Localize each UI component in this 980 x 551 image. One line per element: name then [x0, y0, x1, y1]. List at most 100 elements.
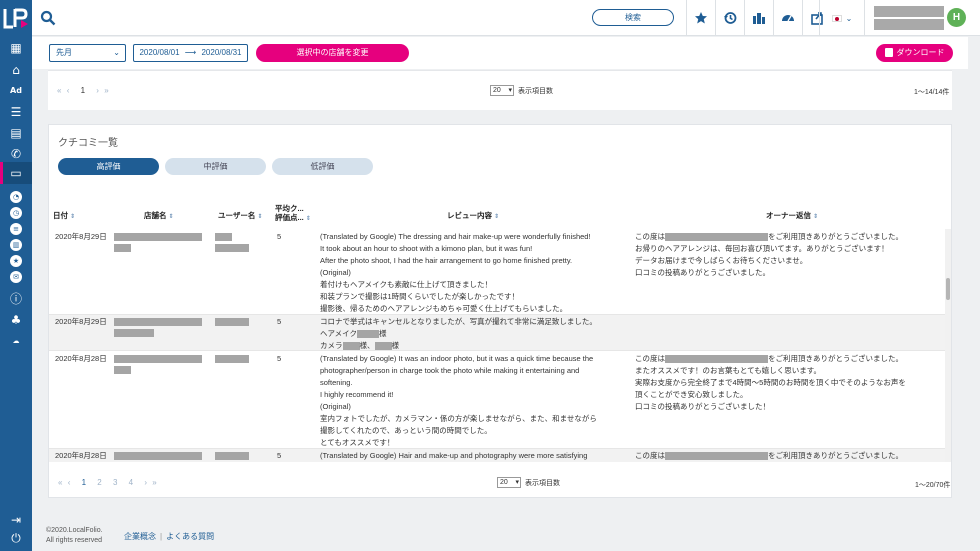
per-page-select[interactable]: 20 — [490, 85, 514, 96]
sub-chart-icon[interactable]: ◔ — [10, 191, 22, 203]
home-icon[interactable]: ⌂ — [7, 62, 25, 78]
link-separator: | — [160, 532, 163, 541]
per-page-select[interactable]: 20 — [497, 477, 521, 488]
prev-page-icon[interactable]: ‹ — [67, 86, 70, 95]
per-page-label: 表示項目数 — [525, 479, 560, 487]
company-link[interactable]: 企業概念 — [124, 532, 156, 541]
store-name-redacted — [665, 233, 768, 242]
sort-icon: ⇕ — [168, 214, 174, 220]
building-icon[interactable]: ▦ — [7, 40, 25, 56]
review-content: (Translated by Google) The dressing and … — [320, 232, 591, 313]
page-4[interactable]: 4 — [129, 478, 133, 487]
tab-high-rating[interactable]: 高評価 — [58, 158, 159, 175]
store-name-redacted — [114, 244, 131, 252]
sort-icon: ⇕ — [494, 214, 500, 220]
logout-icon[interactable]: ⇥ — [7, 512, 25, 528]
page-1[interactable]: 1 — [81, 86, 85, 95]
sub-dashboard-icon[interactable]: ◷ — [10, 207, 22, 219]
pdf-icon — [884, 48, 893, 58]
page-2[interactable]: 2 — [97, 478, 101, 487]
favorites-button[interactable] — [686, 0, 715, 36]
column-user[interactable]: ユーザー名 ⇕ — [218, 210, 262, 221]
sort-icon: ⇕ — [305, 216, 311, 222]
tab-mid-rating[interactable]: 中評価 — [165, 158, 266, 175]
faq-link[interactable]: よくある質問 — [166, 532, 214, 541]
user-info[interactable] — [874, 6, 946, 30]
period-select[interactable]: 先月 ⌄ — [49, 44, 126, 62]
search-icon[interactable] — [40, 10, 56, 26]
sort-icon: ⇕ — [813, 214, 819, 220]
copyright: ©2020.LocalFolio. All rights reserved — [46, 527, 103, 544]
users-icon[interactable]: ♣ — [7, 312, 25, 328]
table-row[interactable]: 2020年8月29日 5 (Translated by Google) The … — [49, 229, 945, 315]
buildings-button[interactable] — [744, 0, 773, 36]
review-rating: 5 — [277, 451, 282, 460]
last-page-icon[interactable]: » — [104, 86, 108, 95]
store-icon[interactable]: ▭ — [7, 165, 25, 181]
search-button[interactable]: 検索 — [592, 9, 674, 26]
per-page-label: 表示項目数 — [518, 87, 553, 95]
column-date[interactable]: 日付 ⇕ — [53, 210, 75, 221]
last-page-icon[interactable]: » — [152, 478, 156, 487]
history-button[interactable] — [715, 0, 744, 36]
review-date: 2020年8月28日 — [55, 451, 107, 460]
avatar[interactable]: H — [947, 8, 966, 27]
prev-page-icon[interactable]: ‹ — [68, 478, 71, 487]
sort-icon: ⇕ — [70, 214, 76, 220]
column-store[interactable]: 店舗名 ⇕ — [144, 210, 174, 221]
sub-star-icon[interactable]: ★ — [10, 255, 22, 267]
scrollbar-thumb[interactable] — [946, 278, 950, 300]
store-name-redacted — [114, 452, 202, 460]
list-icon[interactable]: ☰ — [7, 104, 25, 120]
column-rating[interactable]: 平均ク... 評価点... ⇕ — [275, 204, 311, 224]
buildings-icon — [753, 13, 765, 24]
language-select[interactable]: ⌄ — [819, 0, 865, 36]
store-name-redacted — [114, 366, 131, 374]
date-from: 2020/08/01 — [139, 48, 180, 57]
reviews-table-body[interactable]: 2020年8月29日 5 (Translated by Google) The … — [49, 229, 945, 462]
power-icon[interactable]: ⏻ — [7, 530, 25, 546]
reviews-card: クチコミ一覧 高評価 中評価 低評価 日付 ⇕ 店舗名 ⇕ ユーザー名 ⇕ 平均ク..… — [48, 124, 952, 498]
phone-icon[interactable]: ✆ — [7, 146, 25, 162]
localfolio-logo[interactable] — [2, 6, 30, 30]
sub-bar-icon[interactable]: ▥ — [10, 239, 22, 251]
ad-icon[interactable]: Ad — [7, 83, 25, 99]
gauge-icon — [782, 15, 794, 22]
period-select-value: 先月 — [56, 48, 72, 57]
user-name-redacted — [215, 355, 249, 363]
table-row[interactable]: 2020年8月28日 5 (Translated by Google) It w… — [49, 351, 945, 449]
user-name-redacted — [215, 233, 232, 241]
table-scrollbar[interactable] — [945, 229, 951, 462]
page-3[interactable]: 3 — [113, 478, 117, 487]
dashboard-button[interactable] — [773, 0, 802, 36]
owner-reply: この度は をご利用頂きありがとうございました。 お帰りのヘアアレンジは、毎回お喜び… — [635, 232, 903, 277]
next-page-icon[interactable]: › — [96, 86, 99, 95]
review-rating: 5 — [277, 354, 282, 363]
date-range-input[interactable]: 2020/08/01 ⟶ 2020/08/31 — [133, 44, 248, 62]
salesforce-icon[interactable]: ☁ — [7, 333, 25, 349]
history-icon — [724, 12, 737, 24]
first-page-icon[interactable]: « — [58, 478, 62, 487]
document-icon[interactable]: ▤ — [7, 125, 25, 141]
user-name-redacted — [215, 244, 249, 252]
owner-reply: この度は をご利用頂きありがとうございました。 またオススメです！のお言葉もとても… — [635, 354, 906, 411]
pagination: « ‹ 1 › » — [57, 86, 109, 95]
change-store-button[interactable]: 選択中の店舗を変更 — [256, 44, 409, 62]
store-name-redacted — [114, 318, 202, 326]
table-row[interactable]: 2020年8月29日 5 コロナで挙式はキャンセルとなりましたが、写真が撮れて非… — [49, 315, 945, 351]
info-document-icon[interactable]: ⓘ — [7, 291, 25, 307]
column-owner-reply[interactable]: オーナー返信 ⇕ — [766, 210, 818, 221]
sub-comment-icon[interactable]: ✉ — [10, 271, 22, 283]
table-row[interactable]: 2020年8月28日 5 (Translated by Google) Hair… — [49, 449, 945, 462]
first-page-icon[interactable]: « — [57, 86, 61, 95]
page-1[interactable]: 1 — [82, 478, 86, 487]
next-page-icon[interactable]: › — [144, 478, 147, 487]
column-content[interactable]: レビュー内容 ⇕ — [447, 210, 499, 221]
review-date: 2020年8月28日 — [55, 354, 107, 363]
download-button[interactable]: ダウンロード — [876, 44, 953, 62]
sort-icon: ⇕ — [257, 214, 263, 220]
top-header: 検索 ⌄ H — [32, 0, 980, 36]
sub-list-icon[interactable]: ≡ — [10, 223, 22, 235]
review-rating: 5 — [277, 317, 282, 326]
tab-low-rating[interactable]: 低評価 — [272, 158, 373, 175]
